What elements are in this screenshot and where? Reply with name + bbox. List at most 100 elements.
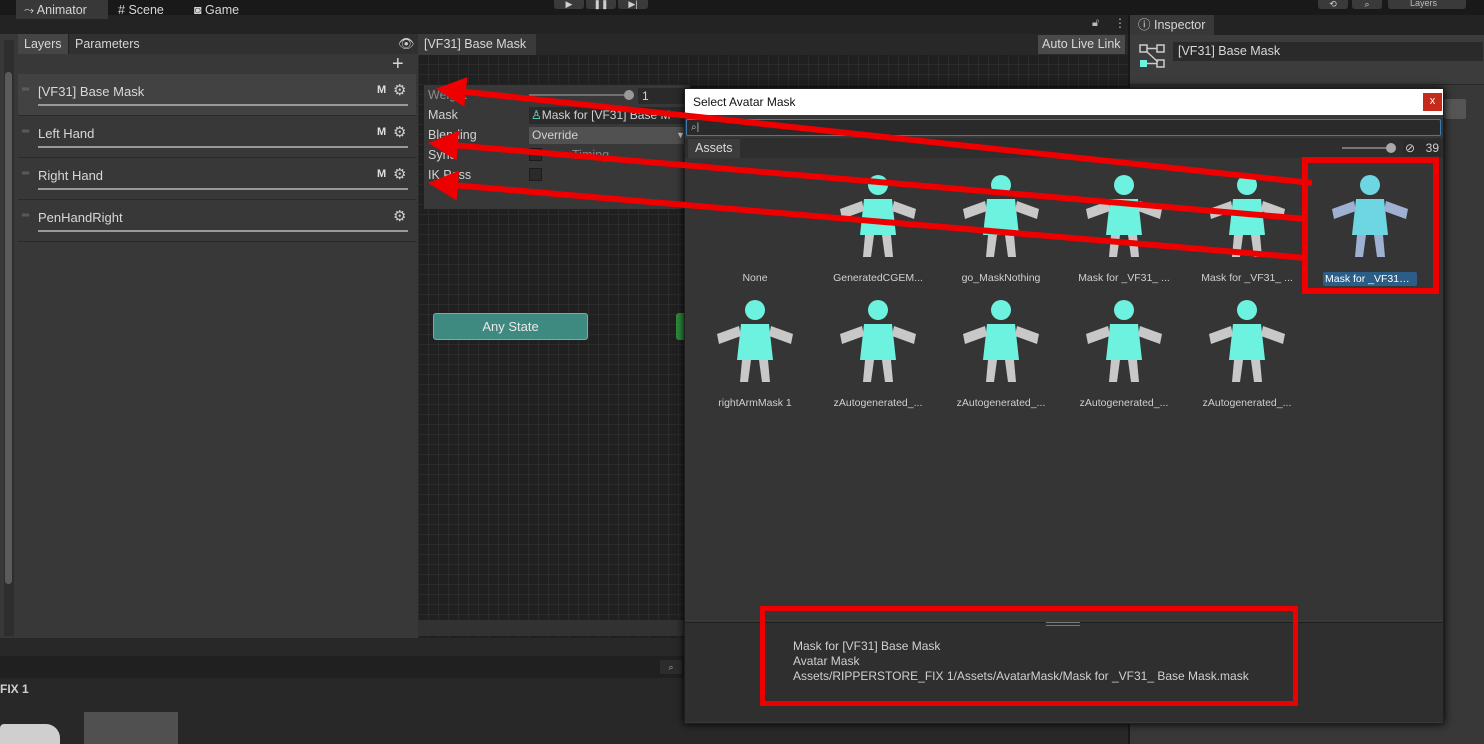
avatar-mask-item[interactable]: None bbox=[700, 165, 810, 289]
weight-slider[interactable] bbox=[529, 94, 629, 96]
any-state-node[interactable]: Any State bbox=[433, 313, 588, 340]
tab-layers[interactable]: Layers bbox=[18, 34, 68, 54]
ik-pass-checkbox[interactable] bbox=[529, 168, 542, 181]
hidden-eye-icon: ⊘ bbox=[1405, 141, 1416, 155]
search-input[interactable]: ⌕| bbox=[686, 119, 1441, 136]
layers-scrollbar-thumb[interactable] bbox=[5, 72, 12, 584]
avatar-mask-item[interactable]: zAutogenerated_... bbox=[1069, 290, 1179, 414]
avatar-mask-icon bbox=[1086, 300, 1162, 382]
avatar-mask-label: GeneratedCGEM... bbox=[833, 272, 923, 284]
layer-item[interactable]: ═ PenHandRight ⚙ bbox=[18, 200, 416, 242]
avatar-mask-item[interactable]: Mask for _VF31_ ... bbox=[1192, 165, 1302, 289]
avatar-mask-item[interactable]: zAutogenerated_... bbox=[1192, 290, 1302, 414]
lock-icon[interactable]: 🔓︎ bbox=[1092, 17, 1099, 30]
avatar-mask-label: zAutogenerated_... bbox=[1079, 397, 1169, 409]
gear-icon[interactable]: ⚙ bbox=[393, 123, 406, 141]
tab-scene[interactable]: # Scene bbox=[110, 0, 184, 19]
drag-handle-icon[interactable]: ═ bbox=[22, 210, 29, 221]
layer-item[interactable]: ═ Left Hand M ⚙ bbox=[18, 116, 416, 158]
tab-assets[interactable]: Assets bbox=[688, 139, 740, 158]
layer-name: PenHandRight bbox=[38, 210, 123, 225]
avatar-mask-item[interactable]: go_MaskNothing bbox=[946, 165, 1056, 289]
layer-weight-bar bbox=[38, 188, 408, 190]
window-title: Select Avatar Mask bbox=[685, 89, 1443, 115]
state-machine-icon bbox=[1139, 44, 1165, 68]
avatar-mask-icon: ♙ bbox=[531, 108, 542, 122]
tab-game[interactable]: ◙ Game bbox=[186, 0, 266, 19]
avatar-mask-label: zAutogenerated_... bbox=[956, 397, 1046, 409]
play-button[interactable]: ▶ bbox=[554, 0, 584, 9]
drag-handle-icon[interactable]: ═ bbox=[22, 168, 29, 179]
layer-item[interactable]: ═ Right Hand M ⚙ bbox=[18, 158, 416, 200]
blending-dropdown[interactable]: Override ▼ bbox=[529, 127, 689, 144]
layer-name: Left Hand bbox=[38, 126, 95, 141]
object-name-field[interactable]: [VF31] Base Mask bbox=[1173, 42, 1483, 61]
gamepad-icon: ◙ bbox=[194, 3, 206, 17]
tab-game-label: Game bbox=[205, 3, 240, 17]
weight-slider-knob[interactable] bbox=[624, 90, 634, 100]
layer-name: Right Hand bbox=[38, 168, 104, 183]
asset-thumbnail[interactable] bbox=[84, 712, 178, 744]
blending-value: Override bbox=[532, 128, 579, 142]
tab-parameters[interactable]: Parameters bbox=[68, 34, 146, 54]
inspector-tabstrip bbox=[1214, 15, 1484, 35]
add-layer-icon[interactable]: + bbox=[392, 53, 404, 75]
tab-inspector[interactable]: ⓘ Inspector bbox=[1130, 15, 1214, 35]
layer-settings-popup: Weight 1 Mask ♙Mask for [VF31] Base M Bl… bbox=[423, 84, 691, 210]
text-caret: | bbox=[696, 122, 700, 133]
drag-handle-icon[interactable]: ═ bbox=[22, 126, 29, 137]
avatar-mask-item[interactable]: GeneratedCGEM... bbox=[823, 165, 933, 289]
search-icon[interactable]: ⌕ bbox=[1352, 0, 1382, 9]
search-icon[interactable]: ⌕ bbox=[660, 660, 682, 674]
ik-pass-label: IK Pass bbox=[428, 168, 472, 182]
project-toolbar bbox=[0, 656, 684, 678]
avatar-mask-label: zAutogenerated_... bbox=[833, 397, 923, 409]
sync-checkbox[interactable] bbox=[529, 148, 542, 161]
icon-size-slider[interactable] bbox=[1342, 147, 1390, 149]
tab-animator-label: Animator bbox=[36, 3, 87, 17]
avatar-mask-label: Mask for _VF31_ ... bbox=[1078, 272, 1170, 284]
eye-icon[interactable]: 👁︎ bbox=[398, 36, 415, 52]
gear-icon[interactable]: ⚙ bbox=[393, 165, 406, 183]
step-button[interactable]: ▶| bbox=[618, 0, 648, 9]
avatar-mask-icon bbox=[840, 300, 916, 382]
avatar-mask-label: zAutogenerated_... bbox=[1202, 397, 1292, 409]
avatar-mask-item[interactable]: zAutogenerated_... bbox=[823, 290, 933, 414]
avatar-mask-icon bbox=[717, 300, 793, 382]
mask-indicator: M bbox=[377, 126, 387, 138]
close-button[interactable]: x bbox=[1423, 93, 1442, 111]
annotation-highlight-box bbox=[1302, 157, 1439, 294]
drag-handle-icon[interactable]: ═ bbox=[22, 84, 29, 95]
mask-indicator: M bbox=[377, 168, 387, 180]
weight-label: Weight bbox=[428, 88, 467, 102]
auto-live-link-button[interactable]: Auto Live Link bbox=[1038, 35, 1125, 54]
layer-item[interactable]: ═ [VF31] Base Mask M ⚙ bbox=[18, 74, 416, 116]
history-icon[interactable]: ⟲ bbox=[1318, 0, 1348, 9]
avatar-mask-icon bbox=[963, 300, 1039, 382]
sync-label: Sync bbox=[428, 148, 456, 162]
breadcrumb[interactable]: [VF31] Base Mask bbox=[418, 34, 537, 55]
folder-icon[interactable] bbox=[0, 724, 60, 744]
icon-size-slider-knob[interactable] bbox=[1386, 143, 1396, 153]
avatar-mask-item[interactable]: Mask for _VF31_ ... bbox=[1069, 165, 1179, 289]
avatar-mask-label: go_MaskNothing bbox=[961, 272, 1041, 284]
pause-button[interactable]: ❚❚ bbox=[586, 0, 616, 9]
avatar-mask-item[interactable]: zAutogenerated_... bbox=[946, 290, 1056, 414]
kebab-menu-icon[interactable]: ⋮ bbox=[1114, 16, 1126, 30]
avatar-mask-icon bbox=[1086, 175, 1162, 257]
animator-icon: ⤳ bbox=[24, 3, 37, 17]
mask-field[interactable]: ♙Mask for [VF31] Base M bbox=[529, 107, 689, 124]
info-icon: ⓘ bbox=[1138, 18, 1154, 32]
gear-icon[interactable]: ⚙ bbox=[393, 207, 406, 225]
avatar-mask-item[interactable]: rightArmMask 1 bbox=[700, 290, 810, 414]
folder-breadcrumb[interactable]: FIX 1 bbox=[0, 682, 29, 696]
animator-subtabs: Layers Parameters bbox=[18, 34, 418, 54]
timing-label: Timing bbox=[572, 148, 610, 162]
inspector-button[interactable] bbox=[1444, 99, 1466, 119]
tab-animator[interactable]: ⤳ Animator bbox=[16, 0, 108, 19]
gear-icon[interactable]: ⚙ bbox=[393, 81, 406, 99]
avatar-mask-icon bbox=[1209, 300, 1285, 382]
asset-count-badge[interactable]: ⊘ 39 bbox=[1403, 140, 1441, 156]
weight-field[interactable]: 1 bbox=[638, 88, 688, 104]
layers-dropdown[interactable]: Layers bbox=[1388, 0, 1466, 9]
